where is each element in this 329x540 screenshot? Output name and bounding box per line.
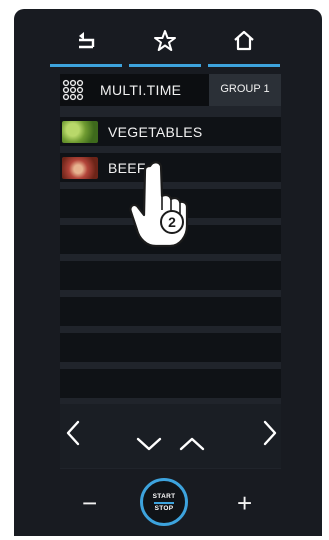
list-item-empty[interactable]	[60, 297, 281, 326]
favorites-button[interactable]	[129, 23, 201, 67]
chevron-left-icon[interactable]	[66, 420, 80, 446]
bottom-controls: − START STOP +	[60, 470, 281, 540]
stop-label: STOP	[154, 505, 174, 512]
list-header-title: MULTI.TIME	[100, 82, 182, 98]
beef-thumb	[62, 157, 98, 179]
chevron-down-icon[interactable]	[136, 436, 162, 452]
tab-underline	[129, 64, 201, 67]
vegetables-thumb	[62, 121, 98, 143]
list-item-empty[interactable]	[60, 369, 281, 398]
list-item-empty[interactable]	[60, 261, 281, 290]
minus-button[interactable]: −	[82, 490, 97, 516]
start-label: START	[152, 493, 176, 500]
home-icon	[234, 30, 254, 51]
home-button[interactable]	[208, 23, 280, 67]
start-stop-divider	[154, 502, 174, 504]
group-button[interactable]: GROUP 1	[209, 74, 281, 106]
back-button[interactable]	[50, 23, 122, 67]
tab-underline	[208, 64, 280, 67]
list-header-row[interactable]: MULTI.TIME GROUP 1	[60, 74, 281, 106]
list-item-label: VEGETABLES	[108, 124, 203, 140]
star-icon	[154, 30, 176, 51]
start-stop-button[interactable]: START STOP	[140, 478, 188, 526]
group-label: GROUP 1	[220, 83, 270, 95]
top-toolbar	[50, 23, 280, 67]
list-item-empty[interactable]	[60, 333, 281, 362]
pointing-hand-icon: 2	[129, 161, 189, 248]
list-item-vegetables[interactable]: VEGETABLES	[60, 117, 281, 146]
navigation-area	[60, 404, 281, 468]
tab-underline	[50, 64, 122, 67]
chevron-right-icon[interactable]	[263, 420, 277, 446]
grid-icon	[62, 79, 84, 101]
step-number-badge: 2	[168, 214, 176, 230]
plus-button[interactable]: +	[237, 490, 252, 516]
chevron-up-icon[interactable]	[179, 436, 205, 452]
back-icon	[79, 32, 95, 49]
